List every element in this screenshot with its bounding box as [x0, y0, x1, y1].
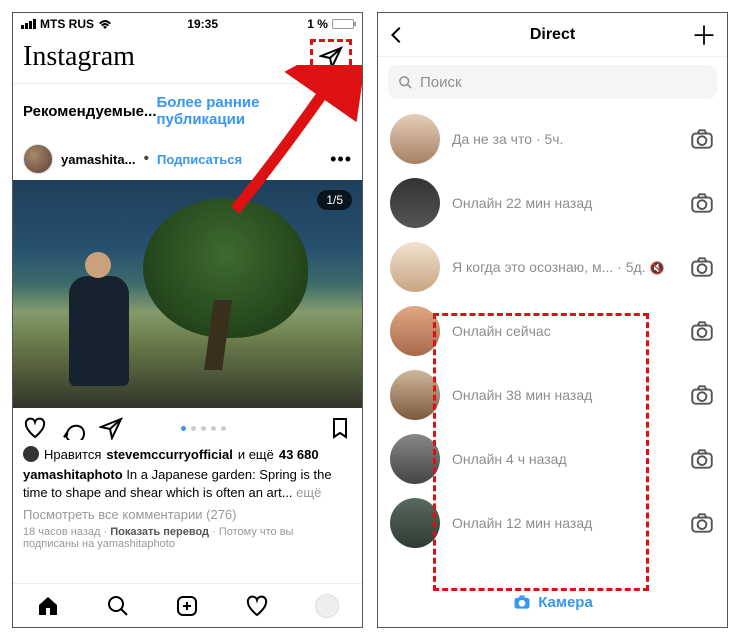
battery-percent: 1 % — [307, 17, 328, 31]
liker-avatar — [23, 446, 39, 462]
direct-header: Direct ＋ — [378, 13, 727, 57]
dot-separator: • — [143, 150, 149, 168]
carousel-counter: 1/5 — [317, 190, 352, 210]
camera-icon[interactable] — [689, 190, 715, 216]
wifi-icon — [98, 19, 112, 30]
post-more-button[interactable]: ••• — [330, 149, 352, 170]
camera-icon[interactable] — [689, 446, 715, 472]
thread-message: Я когда это осознаю, м... — [452, 259, 613, 275]
tab-bar — [13, 583, 362, 627]
thread-avatar — [390, 178, 440, 228]
post-header: yamashita... • Подписаться ••• — [13, 138, 362, 180]
new-message-button[interactable]: ＋ — [691, 16, 717, 53]
thread-message: Онлайн 4 ч назад — [452, 451, 567, 467]
camera-label: Камера — [538, 594, 593, 611]
status-bar: MTS RUS 19:35 1 % — [13, 13, 362, 33]
likes-row[interactable]: Нравится stevemccurryofficial и ещё 43 6… — [13, 444, 362, 464]
thread-avatar — [390, 498, 440, 548]
camera-icon[interactable] — [689, 382, 715, 408]
thread-row[interactable]: Онлайн 22 мин назад — [378, 171, 727, 235]
translate-link[interactable]: Показать перевод — [110, 526, 209, 538]
paper-plane-icon — [319, 45, 343, 69]
app-header: Instagram — [13, 33, 362, 84]
instagram-logo: Instagram — [23, 41, 135, 73]
likes-and: и ещё — [238, 447, 274, 462]
post-username[interactable]: yamashita... — [61, 152, 135, 167]
thread-row[interactable]: Я когда это осознаю, м... · 5д.🔇 — [378, 235, 727, 299]
camera-icon[interactable] — [689, 126, 715, 152]
recommended-bar: Рекомендуемые... Более ранние публикации — [13, 84, 362, 138]
camera-button[interactable]: Камера — [378, 583, 727, 621]
carrier-label: MTS RUS — [40, 17, 94, 31]
feed-screen: MTS RUS 19:35 1 % Instagram Рекомендуемы… — [12, 12, 363, 628]
back-icon[interactable] — [386, 24, 408, 46]
thread-message: Онлайн 38 мин назад — [452, 387, 592, 403]
earlier-posts-link[interactable]: Более ранние публикации — [157, 94, 353, 128]
thread-avatar — [390, 114, 440, 164]
direct-button[interactable] — [310, 39, 352, 75]
thread-message: Онлайн сейчас — [452, 323, 551, 339]
camera-icon[interactable] — [689, 254, 715, 280]
camera-icon — [512, 592, 532, 612]
camera-icon[interactable] — [689, 510, 715, 536]
thread-message: Онлайн 22 мин назад — [452, 195, 592, 211]
activity-tab-icon[interactable] — [245, 594, 269, 618]
recommended-label: Рекомендуемые... — [23, 103, 157, 120]
thread-row[interactable]: Онлайн сейчас — [378, 299, 727, 363]
likes-prefix: Нравится — [44, 447, 101, 462]
bookmark-icon[interactable] — [328, 416, 352, 440]
search-tab-icon[interactable] — [106, 594, 130, 618]
thread-avatar — [390, 242, 440, 292]
caption-username[interactable]: yamashitaphoto — [23, 467, 123, 482]
muted-icon: 🔇 — [650, 261, 665, 275]
likes-count: 43 680 — [279, 447, 319, 462]
follow-link[interactable]: Подписаться — [157, 152, 242, 167]
direct-title: Direct — [530, 26, 575, 44]
share-icon[interactable] — [99, 416, 123, 440]
profile-tab-icon[interactable] — [315, 594, 339, 618]
search-icon — [398, 75, 413, 90]
thread-avatar — [390, 370, 440, 420]
post-avatar[interactable] — [23, 144, 53, 174]
view-comments-link[interactable]: Посмотреть все комментарии (276) — [13, 503, 362, 524]
search-placeholder: Поиск — [420, 74, 462, 91]
gardener-illustration — [69, 276, 129, 386]
clock: 19:35 — [187, 17, 218, 31]
thread-message: Онлайн 12 мин назад — [452, 515, 592, 531]
camera-icon[interactable] — [689, 318, 715, 344]
thread-row[interactable]: Да не за что · 5ч. — [378, 107, 727, 171]
add-post-tab-icon[interactable] — [175, 594, 199, 618]
home-tab-icon[interactable] — [36, 594, 60, 618]
thread-time: 5ч. — [544, 131, 563, 147]
post-actions — [13, 408, 362, 444]
signal-icon — [21, 19, 36, 29]
comment-icon[interactable] — [61, 416, 85, 440]
thread-row[interactable]: Онлайн 12 мин назад — [378, 491, 727, 555]
thread-row[interactable]: Онлайн 38 мин назад — [378, 363, 727, 427]
thread-time: 5д. — [626, 259, 646, 275]
thread-avatar — [390, 306, 440, 356]
post-caption: yamashitaphoto In a Japanese garden: Spr… — [13, 464, 362, 503]
post-meta: 18 часов назад · Показать перевод · Пото… — [13, 524, 362, 552]
post-image[interactable]: 1/5 — [13, 180, 362, 408]
search-container: Поиск — [378, 57, 727, 107]
caption-more[interactable]: ещё — [296, 485, 321, 500]
thread-message: Да не за что — [452, 131, 532, 147]
search-input[interactable]: Поиск — [388, 65, 717, 99]
do-not-disturb-icon — [293, 19, 303, 29]
time-ago: 18 часов назад — [23, 526, 100, 538]
direct-screen: Direct ＋ Поиск Да не за что · 5ч. Онлайн… — [377, 12, 728, 628]
battery-icon — [332, 19, 354, 29]
thread-avatar — [390, 434, 440, 484]
like-icon[interactable] — [23, 416, 47, 440]
thread-row[interactable]: Онлайн 4 ч назад — [378, 427, 727, 491]
likes-user: stevemccurryofficial — [106, 447, 232, 462]
carousel-dots — [181, 426, 226, 431]
thread-list: Да не за что · 5ч. Онлайн 22 мин назад Я… — [378, 107, 727, 555]
